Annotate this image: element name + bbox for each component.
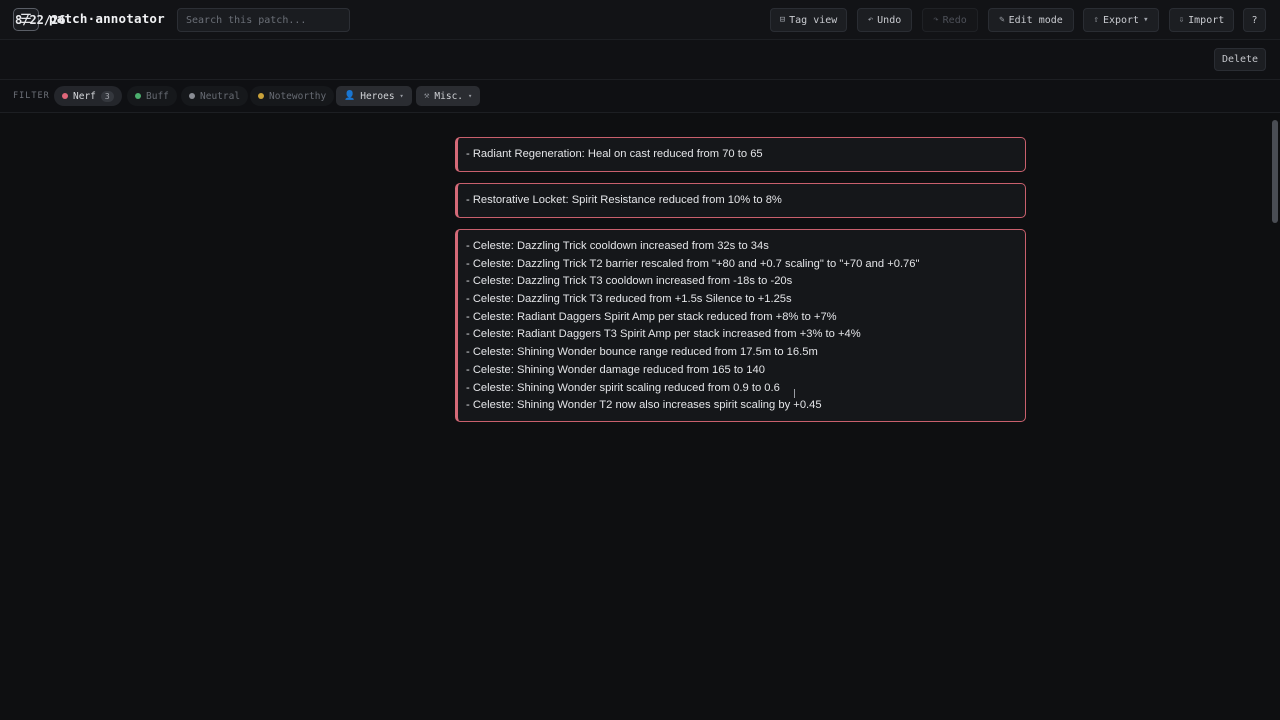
noteworthy-dot-icon — [258, 93, 264, 99]
change-line: - Radiant Regeneration: Heal on cast red… — [466, 148, 763, 160]
change-line: - Celeste: Radiant Daggers T3 Spirit Amp… — [466, 328, 861, 341]
neutral-dot-icon — [189, 93, 195, 99]
undo-icon: ↶ — [867, 15, 874, 25]
edit-mode-label: Edit mode — [1008, 14, 1063, 26]
change-card[interactable]: - Celeste: Dazzling Trick cooldown incre… — [455, 229, 1026, 422]
import-button[interactable]: ⇩ Import — [1169, 8, 1234, 32]
change-line: - Celeste: Shining Wonder bounce range r… — [466, 346, 818, 359]
undo-button[interactable]: ↶ Undo — [857, 8, 912, 32]
edit-mode-button[interactable]: ✎ Edit mode — [988, 8, 1074, 32]
tag-view-button[interactable]: ⊟ Tag view — [770, 8, 847, 32]
chip-label: Noteworthy — [269, 90, 327, 102]
change-card[interactable]: - Restorative Locket: Spirit Resistance … — [455, 183, 1026, 218]
redo-button[interactable]: ↷ Redo — [922, 8, 978, 32]
chip-label: Nerf — [73, 90, 96, 102]
filter-chip-neutral[interactable]: Neutral — [181, 86, 249, 106]
chevron-down-icon: ▾ — [1143, 15, 1149, 25]
change-line: - Celeste: Dazzling Trick T3 cooldown in… — [466, 275, 793, 288]
chip-label: Neutral — [200, 90, 241, 102]
chip-label: Buff — [146, 90, 169, 102]
pencil-icon: ✎ — [999, 15, 1005, 25]
change-line: - Celeste: Shining Wonder damage reduced… — [466, 363, 765, 376]
delete-button[interactable]: Delete — [1214, 48, 1266, 71]
export-button[interactable]: ⇧ Export ▾ — [1083, 8, 1159, 32]
search-input[interactable] — [177, 8, 350, 32]
help-label: ? — [1251, 14, 1258, 26]
misc-dropdown[interactable]: ⚒ Misc. ▾ — [416, 86, 481, 106]
undo-label: Undo — [877, 14, 902, 26]
filter-chip-nerf[interactable]: Nerf 3 — [54, 86, 122, 106]
patch-header — [0, 40, 1280, 80]
change-line: - Celeste: Shining Wonder spirit scaling… — [466, 381, 780, 394]
text-cursor-icon — [794, 389, 795, 398]
chevron-down-icon: ▾ — [468, 92, 473, 100]
change-card[interactable]: - Radiant Regeneration: Heal on cast red… — [455, 137, 1026, 172]
tag-view-label: Tag view — [789, 14, 838, 26]
chip-count: 3 — [100, 90, 114, 102]
change-line: - Celeste: Radiant Daggers Spirit Amp pe… — [466, 310, 837, 323]
misc-label: Misc. — [434, 90, 464, 102]
chevron-down-icon: ▾ — [399, 92, 404, 100]
change-line: - Celeste: Dazzling Trick T2 barrier res… — [466, 257, 920, 270]
heroes-dropdown[interactable]: 👤 Heroes ▾ — [336, 86, 412, 106]
filter-chip-noteworthy[interactable]: Noteworthy — [250, 86, 335, 106]
change-line: - Celeste: Dazzling Trick T3 reduced fro… — [466, 293, 792, 306]
patch-date: 8/22/26 — [15, 13, 66, 27]
filter-chip-buff[interactable]: Buff — [127, 86, 177, 106]
person-icon: 👤 — [344, 91, 356, 101]
import-label: Import — [1188, 14, 1225, 26]
export-label: Export — [1102, 14, 1140, 26]
change-line: - Celeste: Shining Wonder T2 now also in… — [466, 399, 822, 412]
redo-icon: ↷ — [933, 15, 939, 25]
tools-icon: ⚒ — [424, 91, 430, 101]
download-icon: ⇩ — [1178, 15, 1185, 25]
filter-label: FILTER — [13, 91, 50, 101]
help-button[interactable]: ? — [1243, 8, 1266, 32]
redo-label: Redo — [942, 14, 967, 26]
heroes-label: Heroes — [360, 90, 395, 102]
buff-dot-icon — [135, 93, 141, 99]
change-line: - Celeste: Dazzling Trick cooldown incre… — [466, 240, 769, 252]
upload-icon: ⇧ — [1093, 15, 1099, 25]
change-line: - Restorative Locket: Spirit Resistance … — [466, 194, 782, 206]
app-title: patch·annotator — [49, 11, 165, 26]
nerf-dot-icon — [62, 93, 68, 99]
scrollbar[interactable] — [1272, 120, 1278, 223]
grid-icon: ⊟ — [779, 15, 786, 25]
